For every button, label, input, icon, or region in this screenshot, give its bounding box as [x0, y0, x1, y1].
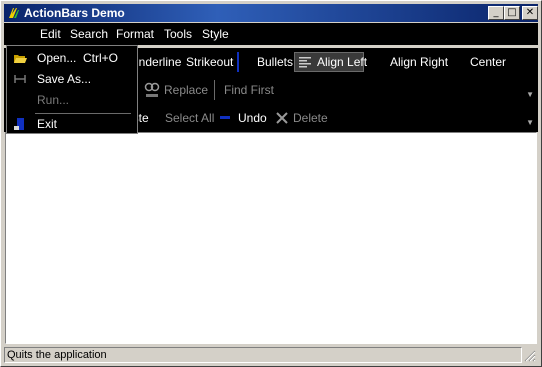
delete-button[interactable]: Delete [293, 111, 328, 125]
app-window: ActionBars Demo _ □ ✕ Edit Search Format… [0, 0, 542, 367]
undo-button[interactable]: Undo [238, 111, 267, 125]
align-left-label: Align Left [317, 55, 368, 69]
save-as-icon [14, 75, 26, 83]
status-bar: Quits the application [4, 347, 538, 364]
menu-item-shortcut: Ctrl+O [83, 51, 119, 65]
menu-item-save-as[interactable]: Save As... [7, 69, 137, 89]
menu-item-run[interactable]: Run... [7, 90, 137, 110]
open-folder-icon [14, 55, 27, 63]
menu-item-label: Exit [37, 117, 58, 131]
window-title: ActionBars Demo [24, 6, 125, 20]
menu-item-open[interactable]: Open... Ctrl+O [7, 48, 137, 68]
find-first-button[interactable]: Find First [224, 83, 274, 97]
menu-bar: Edit Search Format Tools Style [4, 23, 538, 45]
maximize-button[interactable]: □ [504, 6, 520, 20]
undo-arrow-icon [220, 116, 230, 119]
bullets-button[interactable]: Bullets [257, 55, 293, 69]
title-bar[interactable]: ActionBars Demo _ □ ✕ [4, 4, 538, 22]
menu-style[interactable]: Style [202, 27, 229, 41]
toolbar-separator [237, 52, 239, 72]
strikeout-button[interactable]: Strikeout [186, 55, 233, 69]
menu-item-label: Run... [37, 93, 70, 107]
menu-item-exit[interactable]: Exit [7, 114, 137, 134]
menu-format[interactable]: Format [116, 27, 154, 41]
replace-button[interactable]: Replace [164, 83, 208, 97]
menu-edit[interactable]: Edit [40, 27, 61, 41]
align-left-button[interactable]: Align Left [294, 52, 368, 72]
menu-item-label: Open... [37, 51, 77, 65]
toolbar-overflow-chevron-icon[interactable]: ▼ [526, 90, 534, 99]
menu-tools[interactable]: Tools [164, 27, 192, 41]
replace-icon [144, 82, 160, 97]
app-icon [9, 8, 19, 18]
align-left-icon [299, 57, 311, 68]
exit-door-icon [14, 118, 24, 130]
close-button[interactable]: ✕ [522, 6, 538, 20]
menu-item-label: Save As... [37, 72, 92, 86]
center-button[interactable]: Center [470, 55, 506, 69]
delete-icon [276, 112, 288, 124]
align-right-button[interactable]: Align Right [390, 55, 448, 69]
select-all-button[interactable]: Select All [165, 111, 214, 125]
minimize-button[interactable]: _ [488, 6, 504, 20]
document-area[interactable] [5, 132, 537, 344]
file-menu-dropdown: Open... Ctrl+O Save As... Run... Exit [6, 45, 138, 134]
status-text: Quits the application [4, 347, 522, 363]
toolbar-overflow-chevron-icon[interactable]: ▼ [526, 118, 534, 127]
menu-search[interactable]: Search [70, 27, 108, 41]
resize-grip-icon[interactable] [524, 350, 536, 362]
toolbar-separator [214, 80, 215, 100]
